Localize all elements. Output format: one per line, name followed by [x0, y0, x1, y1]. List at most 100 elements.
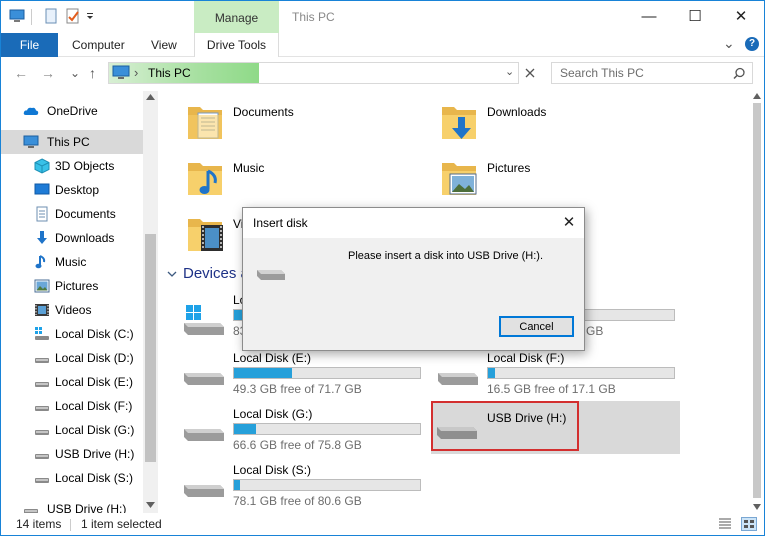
drive-label: Local Disk (G:) [233, 407, 313, 421]
close-button[interactable]: ✕ [718, 1, 764, 32]
new-item-icon[interactable] [43, 8, 59, 24]
sidebar-item-3d-objects[interactable]: 3D Objects [1, 154, 143, 178]
content-scrollbar[interactable] [750, 91, 764, 513]
sidebar-item-label: Local Disk (C:) [55, 327, 134, 341]
sidebar-item-label: Videos [55, 303, 92, 317]
videos-icon [35, 304, 49, 316]
sidebar-item-onedrive[interactable]: OneDrive [1, 99, 143, 123]
drive-usage-fill [234, 368, 292, 378]
maximize-button[interactable]: ☐ [672, 1, 718, 32]
sidebar-item-label: Documents [55, 207, 116, 221]
dialog-title: Insert disk [253, 216, 308, 230]
pictures-folder-icon [442, 163, 477, 195]
music-folder-icon [188, 163, 222, 195]
chevron-down-icon[interactable]: ⌄ [723, 33, 735, 53]
sidebar-item-local-disk-e[interactable]: Local Disk (E:) [1, 370, 143, 394]
drive-usage-bar [233, 423, 421, 435]
up-arrow-icon[interactable]: ↑ [89, 65, 96, 81]
sidebar-item-local-disk-c[interactable]: Local Disk (C:) [1, 322, 143, 346]
content-scroll-thumb[interactable] [753, 103, 761, 498]
dialog-title-bar: Insert disk ✕ [243, 208, 584, 238]
scroll-up-icon[interactable] [146, 94, 155, 100]
large-icons-view-icon[interactable] [741, 517, 757, 531]
address-bar[interactable]: › This PC ⌄ [108, 62, 519, 84]
sidebar-item-this-pc[interactable]: This PC [1, 130, 143, 154]
sidebar-scrollbar[interactable] [143, 91, 158, 513]
drive-free-space: 49.3 GB free of 71.7 GB [233, 382, 362, 396]
drive-tile-local-disk-e[interactable]: Local Disk (E:) 49.3 GB free of 71.7 GB [178, 349, 428, 401]
customize-toolbar-dropdown-icon[interactable] [85, 8, 95, 24]
back-arrow-icon[interactable]: ← [14, 65, 28, 81]
search-box[interactable]: Search This PC [551, 62, 753, 84]
forward-arrow-icon[interactable]: → [41, 65, 55, 81]
chevron-down-icon[interactable] [167, 269, 177, 279]
tab-drive-tools[interactable]: Drive Tools [194, 33, 279, 57]
sidebar-item-local-disk-f[interactable]: Local Disk (F:) [1, 394, 143, 418]
onedrive-cloud-icon [23, 107, 39, 115]
dialog-message: Please insert a disk into USB Drive (H:)… [348, 250, 544, 262]
scroll-down-icon[interactable] [146, 502, 155, 508]
drive-icon [184, 485, 224, 497]
recent-locations-icon[interactable]: ⌄ [70, 66, 80, 80]
drive-free-space: GB [586, 324, 604, 338]
sidebar-item-videos[interactable]: Videos [1, 298, 143, 322]
sidebar-item-label: 3D Objects [55, 159, 115, 173]
manage-tab[interactable]: Manage [194, 1, 279, 33]
drive-usage-bar [233, 367, 421, 379]
sidebar-scroll-thumb[interactable] [145, 234, 156, 462]
tab-view[interactable]: View [151, 33, 177, 57]
cancel-button[interactable]: Cancel [499, 316, 574, 337]
folder-tile-documents[interactable]: Documents [182, 99, 442, 147]
sidebar-item-label: Local Disk (G:) [55, 423, 135, 437]
sidebar-item-usb-drive-h[interactable]: USB Drive (H:) [1, 442, 143, 466]
folder-tile-downloads[interactable]: Downloads [436, 99, 696, 147]
dialog-close-button[interactable]: ✕ [559, 213, 579, 233]
drive-icon [35, 478, 49, 483]
sidebar-item-label: Local Disk (F:) [55, 399, 133, 413]
drive-usage-bar [487, 367, 675, 379]
folder-tile-music[interactable]: Music [182, 155, 442, 203]
title-bar: Manage This PC — ☐ ✕ [1, 1, 764, 33]
drive-tile-local-disk-f[interactable]: Local Disk (F:) 16.5 GB free of 17.1 GB [432, 349, 682, 401]
tab-computer[interactable]: Computer [72, 33, 125, 57]
qa-divider [31, 9, 32, 25]
drive-tile-local-disk-s[interactable]: Local Disk (S:) 78.1 GB free of 80.6 GB [178, 461, 428, 513]
sidebar-item-desktop[interactable]: Desktop [1, 178, 143, 202]
insert-disk-dialog: Insert disk ✕ Please insert a disk into … [242, 207, 585, 351]
drive-icon [35, 406, 49, 411]
drive-label: Local Disk (F:) [487, 351, 565, 365]
address-dropdown-icon[interactable]: ⌄ [505, 65, 514, 78]
devices-group-header[interactable]: Devices a [183, 265, 249, 282]
search-input[interactable]: Search This PC [560, 66, 644, 80]
drive-tile-local-disk-g[interactable]: Local Disk (G:) 66.6 GB free of 75.8 GB [178, 405, 428, 457]
details-view-icon[interactable] [718, 517, 732, 531]
sidebar-item-music[interactable]: Music [1, 250, 143, 274]
minimize-button[interactable]: — [626, 1, 672, 32]
scroll-down-icon[interactable] [753, 504, 761, 510]
sidebar-item-downloads[interactable]: Downloads [1, 226, 143, 250]
folder-label: Pictures [487, 161, 531, 175]
item-count: 14 items [16, 517, 62, 531]
cancel-navigation-icon[interactable] [524, 67, 536, 79]
computer-icon[interactable] [9, 8, 25, 24]
folder-label: Music [233, 161, 265, 175]
help-icon[interactable]: ? [745, 37, 759, 51]
window-title: This PC [292, 10, 335, 24]
folder-label: Documents [233, 105, 294, 119]
search-icon[interactable] [733, 67, 746, 80]
folder-tile-pictures[interactable]: Pictures [436, 155, 696, 203]
breadcrumb-this-pc[interactable]: This PC [148, 66, 191, 80]
tab-file[interactable]: File [1, 33, 58, 57]
sidebar-item-local-disk-d[interactable]: Local Disk (D:) [1, 346, 143, 370]
sidebar-item-local-disk-s[interactable]: Local Disk (S:) [1, 466, 143, 490]
sidebar-item-documents[interactable]: Documents [1, 202, 143, 226]
sidebar-item-usb-drive-h-root[interactable]: USB Drive (H:) [1, 497, 143, 513]
sidebar-item-pictures[interactable]: Pictures [1, 274, 143, 298]
drive-icon [184, 373, 224, 385]
sidebar-item-label: Music [55, 255, 87, 269]
properties-icon[interactable] [65, 8, 81, 24]
scroll-up-icon[interactable] [753, 93, 761, 99]
computer-icon [23, 135, 39, 148]
drive-label: Local Disk (E:) [233, 351, 312, 365]
sidebar-item-local-disk-g[interactable]: Local Disk (G:) [1, 418, 143, 442]
